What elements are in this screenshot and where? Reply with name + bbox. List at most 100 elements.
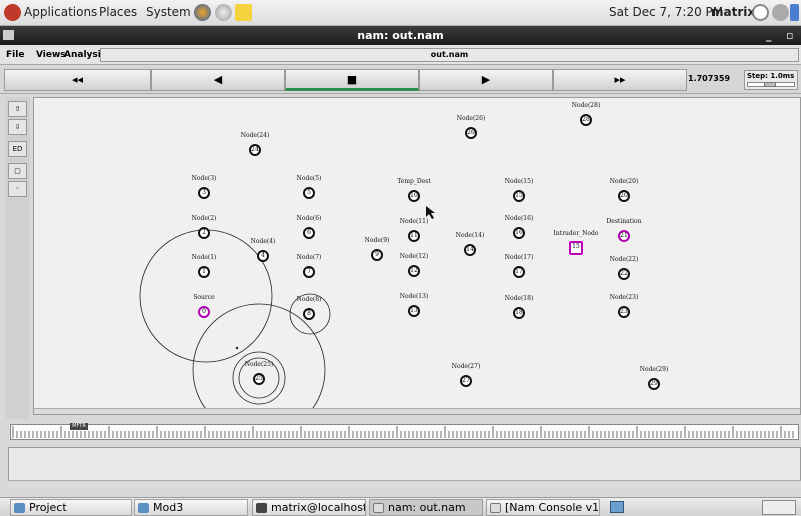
terminal-icon <box>256 503 267 513</box>
network-node[interactable]: 23 <box>618 306 630 318</box>
network-node[interactable]: 16 <box>513 227 525 239</box>
task-terminal[interactable]: matrix@localhost:~/D... <box>252 499 366 516</box>
play-button[interactable]: ▶ <box>419 69 553 91</box>
network-node[interactable]: 4 <box>257 250 269 262</box>
network-node[interactable]: 22 <box>618 268 630 280</box>
zoom-out-tool[interactable]: ⇩ <box>8 119 27 135</box>
packet-dot <box>235 346 239 350</box>
system-menu[interactable]: System <box>146 5 191 19</box>
show-desktop-button[interactable] <box>762 500 796 515</box>
redhat-icon[interactable] <box>4 4 21 21</box>
node-label: Node(27) <box>451 363 481 370</box>
network-node[interactable]: 10 <box>408 190 420 202</box>
network-node[interactable]: 6 <box>303 227 315 239</box>
step-slider-track[interactable] <box>747 82 795 87</box>
node-label: Node(7) <box>296 254 322 261</box>
network-node[interactable]: 9 <box>371 249 383 261</box>
window-menu-icon[interactable] <box>3 30 14 40</box>
step-slider[interactable]: Step: 1.0ms <box>744 70 798 90</box>
network-node[interactable]: 20 <box>618 190 630 202</box>
minimize-icon[interactable]: _ <box>766 26 772 45</box>
step-back-button[interactable]: ◀ <box>151 69 285 91</box>
node-label: Node(14) <box>455 232 485 239</box>
network-node[interactable]: 3 <box>198 187 210 199</box>
maximize-icon[interactable]: ▫ <box>786 26 793 45</box>
network-node[interactable]: 7 <box>303 266 315 278</box>
ruler-ticks <box>12 426 794 438</box>
network-node[interactable]: 25 <box>253 373 265 385</box>
network-node[interactable]: 11 <box>408 230 420 242</box>
network-node[interactable]: 26 <box>465 127 477 139</box>
node-label: Node(1) <box>191 254 217 261</box>
folder-icon <box>14 503 25 513</box>
timeline-ruler[interactable] <box>10 424 799 440</box>
network-node[interactable]: 13 <box>408 305 420 317</box>
edit-tool[interactable]: ED <box>8 141 27 157</box>
rewind-button[interactable]: ◂◂ <box>4 69 151 91</box>
stop-button[interactable]: ■ <box>285 69 419 91</box>
task-nam-console[interactable]: [Nam Console v1.14] <box>486 499 600 516</box>
applications-menu[interactable]: Applications <box>24 5 97 19</box>
workspace-icon[interactable] <box>610 501 624 513</box>
node-label: Node(5) <box>296 175 322 182</box>
task-label: nam: out.nam <box>388 501 466 514</box>
network-node[interactable]: 24 <box>249 144 261 156</box>
task-mod3[interactable]: Mod3 <box>134 499 248 516</box>
task-nam[interactable]: nam: out.nam <box>369 499 483 516</box>
network-node[interactable]: 12 <box>408 265 420 277</box>
user-name[interactable]: matrix <box>711 5 755 19</box>
window-title: nam: out.nam <box>357 29 444 42</box>
node-label: Node(6) <box>296 215 322 222</box>
node-label: Node(20) <box>609 178 639 185</box>
horizontal-scrollbar[interactable] <box>34 408 800 414</box>
network-node[interactable]: 17 <box>513 266 525 278</box>
box-tool[interactable]: ▢ <box>8 163 27 179</box>
node-label: Node(13) <box>399 293 429 300</box>
task-label: Project <box>29 501 67 514</box>
network-node[interactable]: 2 <box>198 227 210 239</box>
circle-tool[interactable]: ◦ <box>8 181 27 197</box>
node-label: Node(23) <box>609 294 639 301</box>
step-slider-thumb[interactable] <box>764 82 776 87</box>
network-node[interactable]: 15 <box>569 241 583 255</box>
menu-file[interactable]: File <box>6 50 24 60</box>
node-label: Intruder_Node <box>553 230 599 237</box>
network-node[interactable]: 14 <box>464 244 476 256</box>
network-node[interactable]: 28 <box>580 114 592 126</box>
node-label: Node(8) <box>296 296 322 303</box>
top-panel: Applications Places System Sat Dec 7, 7:… <box>0 0 801 26</box>
clock[interactable]: Sat Dec 7, 7:20 PM <box>609 5 723 19</box>
node-label: Destination <box>606 218 642 225</box>
timeline-marker[interactable]: MFTR <box>70 423 88 430</box>
firefox-icon[interactable] <box>194 4 211 21</box>
notes-icon[interactable] <box>235 4 252 21</box>
network-node[interactable]: 1 <box>198 266 210 278</box>
node-label: Source <box>193 294 215 301</box>
network-node[interactable]: 21 <box>618 230 630 242</box>
task-project[interactable]: Project <box>10 499 132 516</box>
network-node[interactable]: 8 <box>303 308 315 320</box>
network-node[interactable]: 5 <box>303 187 315 199</box>
places-menu[interactable]: Places <box>99 5 137 19</box>
time-display: 1.707359 <box>688 74 731 83</box>
volume-icon[interactable] <box>772 4 789 21</box>
node-label: Node(24) <box>240 132 270 139</box>
fast-forward-button[interactable]: ▸▸ <box>553 69 687 91</box>
task-label: Mod3 <box>153 501 184 514</box>
network-node[interactable]: 18 <box>513 307 525 319</box>
network-node[interactable]: 27 <box>460 375 472 387</box>
bottom-scrollbar[interactable] <box>8 480 801 488</box>
zoom-in-tool[interactable]: ⇧ <box>8 101 27 117</box>
task-label: [Nam Console v1.14] <box>505 501 600 514</box>
power-icon[interactable] <box>752 4 769 21</box>
network-node[interactable]: 0 <box>198 306 210 318</box>
network-node[interactable]: 15 <box>513 190 525 202</box>
node-label: Node(28) <box>571 102 601 109</box>
node-label: Node(11) <box>399 218 429 225</box>
network-canvas[interactable]: Node(24) 24 Node(26) 26 Node(28) 28 Node(3) 3 No… <box>33 97 801 415</box>
network-node[interactable]: 29 <box>648 378 660 390</box>
network-icon[interactable] <box>790 4 799 21</box>
menu-views[interactable]: Views <box>36 50 66 60</box>
taskbar: Project Mod3 matrix@localhost:~/D... nam… <box>0 497 801 516</box>
settings-gear-icon[interactable] <box>215 4 232 21</box>
